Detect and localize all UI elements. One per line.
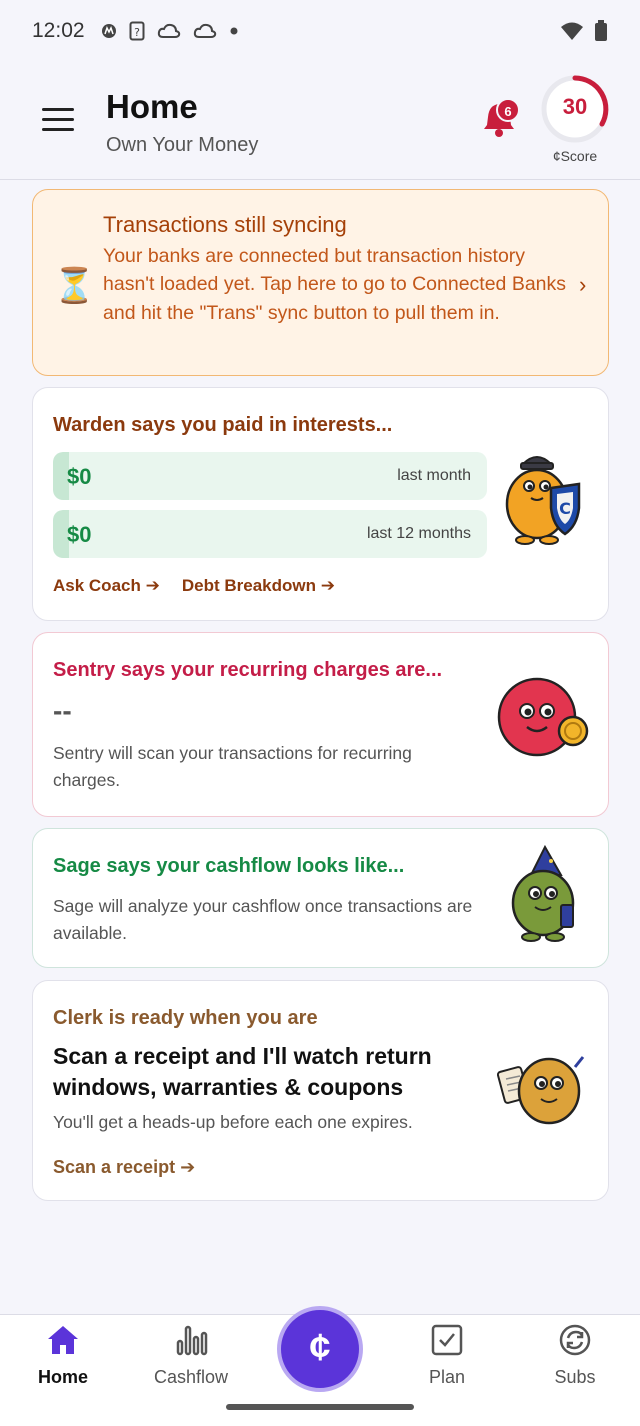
nav-cashflow[interactable]: Cashflow xyxy=(141,1323,241,1388)
cloud-icon xyxy=(157,23,180,38)
cloud-icon xyxy=(193,23,216,38)
warden-heading: Warden says you paid in interests... xyxy=(53,414,393,436)
sync-body: Your banks are connected but transaction… xyxy=(103,245,567,324)
svg-text:?: ? xyxy=(134,26,140,39)
interest-period: last 12 months xyxy=(366,525,471,542)
nav-plan-label: Plan xyxy=(428,1367,466,1387)
nav-cashflow-label: Cashflow xyxy=(153,1367,229,1387)
clerk-card[interactable]: Clerk is ready when you are Scan a recei… xyxy=(32,980,609,1201)
chevron-right-icon: › xyxy=(579,272,587,297)
interest-amount: $0 xyxy=(67,522,92,547)
checkbox-icon xyxy=(431,1324,463,1356)
clerk-mascot-icon xyxy=(497,1056,585,1125)
wifi-icon xyxy=(561,22,583,40)
sage-body: Sage will analyze your cashflow once tra… xyxy=(53,896,473,943)
interest-amount: $0 xyxy=(67,464,92,489)
scan-receipt-link[interactable]: Scan a receipt ➔ xyxy=(53,1157,195,1178)
page-subtitle: Own Your Money xyxy=(106,134,259,156)
app-header: Home Own Your Money 6 30 ¢Score xyxy=(0,62,640,180)
warden-card[interactable]: Warden says you paid in interests... $0 … xyxy=(32,387,609,621)
sentry-body: Sentry will scan your transactions for r… xyxy=(53,743,412,790)
sage-heading: Sage says your cashflow looks like... xyxy=(53,855,405,877)
nav-subs-label: Subs xyxy=(554,1367,596,1387)
sync-title: Transactions still syncing xyxy=(103,212,347,237)
refresh-icon xyxy=(559,1324,591,1356)
ask-coach-link[interactable]: Ask Coach ➔ xyxy=(53,576,160,596)
sage-card[interactable]: Sage says your cashflow looks like... Sa… xyxy=(32,828,609,968)
score-label: ¢Score xyxy=(552,148,598,164)
interest-row: $0 last 12 months xyxy=(53,510,487,558)
clerk-headline: Scan a receipt and I'll watch return win… xyxy=(53,1043,432,1100)
sentry-card[interactable]: Sentry says your recurring charges are..… xyxy=(32,632,609,817)
nav-subs[interactable]: Subs xyxy=(525,1323,625,1388)
status-bar: 12:02 ? xyxy=(0,0,640,62)
sync-banner[interactable]: ⏳ Transactions still syncing Your banks … xyxy=(32,189,609,376)
bar-chart-icon xyxy=(176,1325,208,1356)
nav-home[interactable]: Home xyxy=(13,1323,113,1388)
nav-home-label: Home xyxy=(37,1367,88,1387)
sentry-heading: Sentry says your recurring charges are..… xyxy=(53,659,443,681)
clerk-body: You'll get a heads-up before each one ex… xyxy=(53,1112,413,1132)
home-icon xyxy=(48,1326,78,1354)
debt-breakdown-link[interactable]: Debt Breakdown ➔ xyxy=(182,576,335,596)
svg-text:C: C xyxy=(559,499,571,518)
sentry-mascot-icon xyxy=(497,677,589,757)
menu-icon[interactable] xyxy=(42,108,74,132)
page-title: Home xyxy=(106,88,198,125)
notification-icons: ? xyxy=(101,21,239,41)
sage-mascot-icon xyxy=(511,845,575,942)
score-value: 30 xyxy=(562,94,588,119)
hourglass-icon: ⏳ xyxy=(53,267,96,305)
clock: 12:02 xyxy=(32,19,85,42)
nav-plan[interactable]: Plan xyxy=(397,1323,497,1388)
interest-row: $0 last month xyxy=(53,452,487,500)
interest-period: last month xyxy=(397,467,471,484)
sim-question-icon: ? xyxy=(129,21,145,41)
gesture-bar[interactable] xyxy=(226,1404,414,1410)
warden-mascot-icon: C xyxy=(505,456,581,545)
clerk-heading: Clerk is ready when you are xyxy=(53,1007,318,1029)
cents-fab-button[interactable]: ¢ xyxy=(277,1306,363,1392)
recurring-value: -- xyxy=(53,695,72,726)
dot-icon xyxy=(230,27,238,35)
battery-icon xyxy=(595,20,607,41)
motorola-icon xyxy=(101,24,116,38)
notification-badge: 6 xyxy=(496,98,520,122)
